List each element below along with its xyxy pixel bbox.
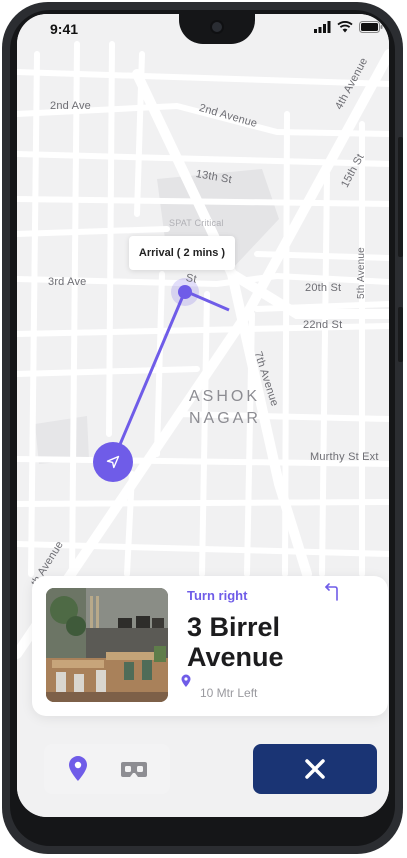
status-bar: 9:41 <box>17 14 389 44</box>
wifi-icon <box>337 21 353 33</box>
street-label-murthy-st-ext: Murthy St Ext <box>310 451 379 463</box>
side-button-volume <box>398 137 403 257</box>
street-label-3rd-ave: 3rd Ave <box>48 276 87 288</box>
status-icons <box>314 21 383 33</box>
close-navigation-button[interactable] <box>253 744 377 794</box>
screen: 2nd Ave 2nd Avenue 13th St 4th Avenue 15… <box>17 14 389 817</box>
bottom-action-group <box>44 744 170 794</box>
direction-card[interactable]: Turn right 3 Birrel Avenue 10 Mtr Left <box>32 576 388 716</box>
location-pin-small-icon <box>181 674 191 687</box>
notch <box>179 14 255 44</box>
battery-icon <box>359 21 383 33</box>
location-pin-icon[interactable] <box>66 756 90 782</box>
front-camera <box>210 20 224 34</box>
area-name: ASHOK NAGAR <box>189 386 261 430</box>
street-label-5th-avenue: 5th Avenue <box>356 247 367 299</box>
turn-right-arrow-icon <box>325 583 338 601</box>
turn-instruction: Turn right <box>187 588 248 603</box>
area-name-line2: NAGAR <box>189 410 261 427</box>
street-label-st-partial: St <box>184 272 198 286</box>
status-time: 9:41 <box>50 21 79 37</box>
street-name: 3 Birrel Avenue <box>187 612 284 672</box>
vr-headset-icon[interactable] <box>120 758 148 780</box>
current-location-marker[interactable] <box>93 442 133 482</box>
street-label-20th-st: 20th St <box>305 282 342 294</box>
signal-icon <box>314 21 331 33</box>
street-label-22nd-st: 22nd St <box>303 319 343 331</box>
arrival-tooltip: Arrival ( 2 mins ) <box>129 236 235 270</box>
street-label-2nd-ave: 2nd Ave <box>50 100 91 112</box>
navigation-arrow-icon <box>106 455 120 469</box>
distance-left: 10 Mtr Left <box>200 686 258 700</box>
close-icon <box>305 759 325 779</box>
destination-photo <box>46 588 168 702</box>
area-name-line1: ASHOK <box>189 388 261 405</box>
street-label-faded: SPAT Critical <box>169 218 224 228</box>
side-button-power <box>398 307 403 362</box>
